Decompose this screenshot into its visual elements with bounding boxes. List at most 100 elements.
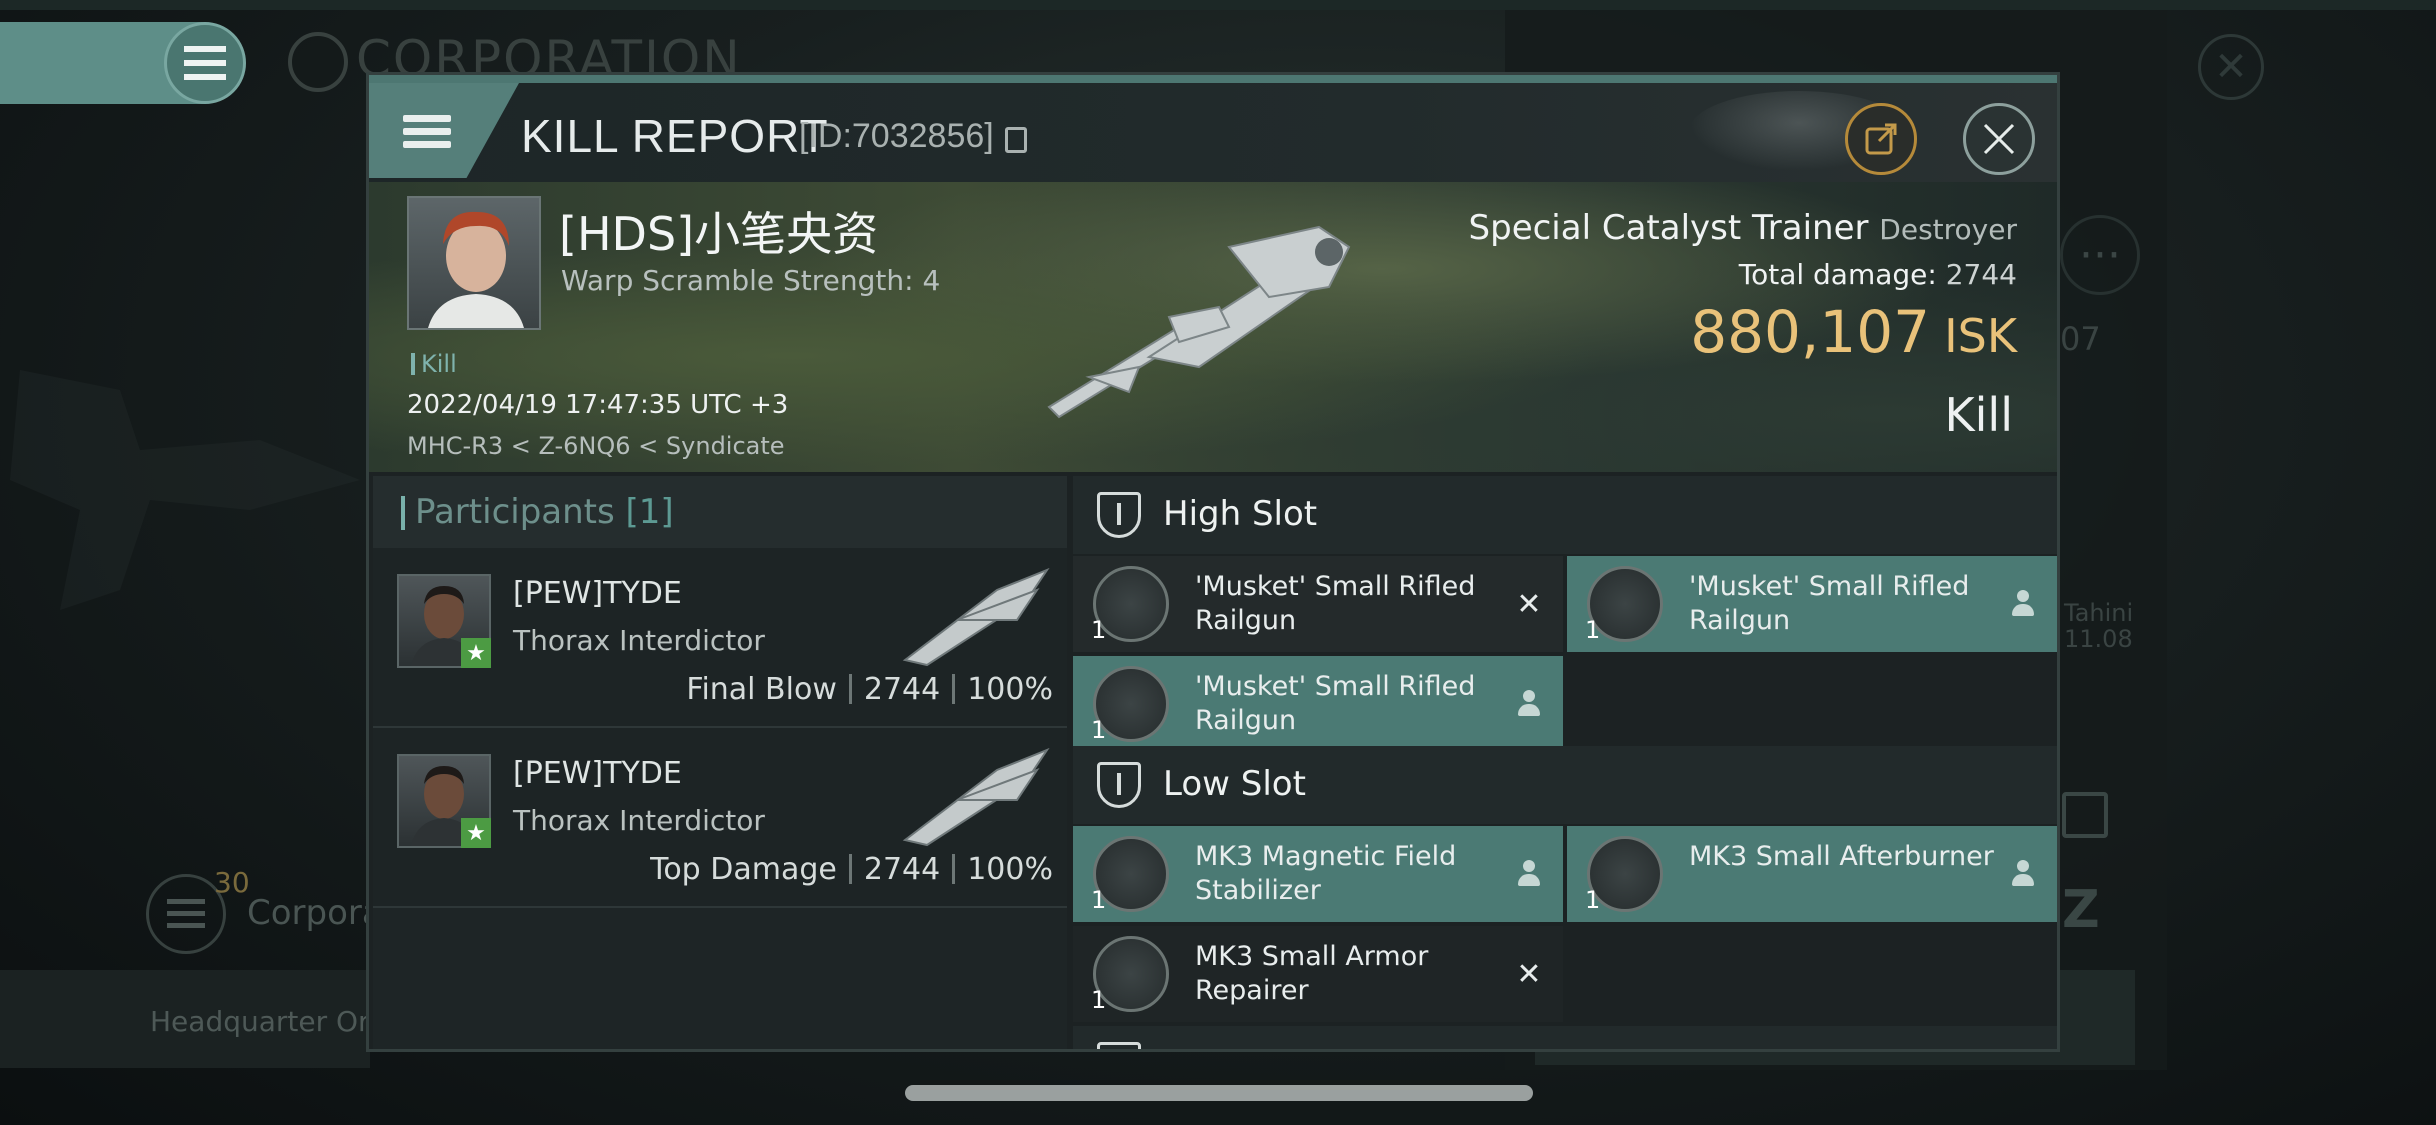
- kill-datetime: 2022/04/19 17:47:35 UTC +3: [407, 390, 789, 420]
- dropped-person-icon: [1513, 858, 1545, 890]
- participant-damage: 2744: [863, 672, 941, 707]
- participant-stats: Top Damage 2744 100%: [650, 852, 1053, 887]
- total-damage-label: Total damage:: [1738, 258, 1937, 291]
- module-item[interactable]: 1 MK3 Small Armor Repairer ✕: [1073, 926, 1563, 1022]
- background-right-label-2: 11.08: [2064, 625, 2133, 654]
- ship-class: Destroyer: [1879, 213, 2017, 246]
- participants-header-accent: [401, 496, 405, 530]
- kill-result: Kill: [1944, 388, 2013, 442]
- hamburger-icon: [403, 115, 451, 154]
- module-name: MK3 Magnetic Field Stabilizer: [1195, 841, 1457, 906]
- sleep-settings-icon[interactable]: Z: [2062, 880, 2100, 940]
- participant-damage: 2744: [863, 852, 941, 887]
- report-id: [ID:7032856]: [799, 117, 994, 155]
- module-quantity: 1: [1091, 616, 1107, 644]
- participant-name: [PEW]TYDE: [513, 756, 682, 791]
- ship-name-line: Special Catalyst Trainer Destroyer: [1469, 208, 2017, 248]
- destroyed-x-icon: ✕: [1516, 956, 1542, 992]
- hamburger-icon: [184, 46, 226, 80]
- share-icon: [1865, 123, 1897, 155]
- participant-ship-image: [902, 567, 1050, 667]
- module-item[interactable]: 1 MK3 Magnetic Field Stabilizer: [1073, 826, 1563, 922]
- ship-name: Special Catalyst Trainer: [1468, 208, 1869, 248]
- module-quantity: 1: [1091, 986, 1107, 1014]
- destroyed-x-icon: ✕: [1516, 586, 1542, 622]
- kill-tag: Kill: [411, 350, 457, 378]
- module-quantity: 1: [1585, 886, 1601, 914]
- participant-name: [PEW]TYDE: [513, 576, 682, 611]
- copy-icon[interactable]: [1005, 127, 1027, 153]
- victim-subtitle: Warp Scramble Strength: 4: [561, 264, 941, 297]
- more-options-icon[interactable]: ···: [2060, 215, 2140, 295]
- total-damage-value: 2744: [1945, 258, 2017, 291]
- background-right-label: Tahini 11.08: [2064, 600, 2133, 653]
- slot-shield-icon: [1097, 762, 1141, 808]
- slot-shield-icon: [1097, 1042, 1141, 1049]
- module-quantity: 1: [1585, 616, 1601, 644]
- background-ship-silhouette: [10, 370, 360, 610]
- participant-stats: Final Blow 2744 100%: [686, 672, 1053, 707]
- background-hq-label: Headquarter Orvc: [150, 1005, 402, 1038]
- kill-report-modal: KILL REPORT [ID:7032856] [HDS]小笔央资 Warp …: [366, 72, 2060, 1052]
- participants-title: Participants [1]: [415, 492, 674, 532]
- module-item[interactable]: 1 'Musket' Small Rifled Railgun: [1567, 556, 2057, 652]
- corporation-star-icon: [288, 32, 348, 92]
- background-corp-count: 30: [214, 866, 250, 899]
- share-button[interactable]: [1845, 103, 1917, 175]
- background-right-label-1: Tahini: [2064, 599, 2134, 627]
- slot-shield-icon: [1097, 492, 1141, 538]
- final-blow-star-icon: ★: [461, 638, 491, 668]
- module-quantity: 1: [1091, 886, 1107, 914]
- victim-portrait[interactable]: [407, 196, 541, 330]
- victim-ship-image[interactable]: [1029, 207, 1389, 437]
- participants-label: Participants: [415, 492, 615, 532]
- module-item[interactable]: 1 'Musket' Small Rifled Railgun: [1073, 656, 1563, 752]
- final-blow-star-icon: ★: [461, 818, 491, 848]
- module-quantity: 1: [1091, 716, 1107, 744]
- modal-top-accent: [369, 75, 2057, 83]
- background-corp-label: Corpora: [247, 893, 383, 933]
- participant-percent: 100%: [967, 852, 1053, 887]
- close-button[interactable]: [1963, 103, 2035, 175]
- high-slot-title: High Slot: [1163, 494, 1318, 534]
- dropped-person-icon: [2007, 588, 2039, 620]
- background-close-icon[interactable]: ✕: [2198, 34, 2264, 100]
- participant-role: Top Damage: [650, 852, 837, 887]
- total-damage-line: Total damage: 2744: [1739, 258, 2017, 291]
- module-item[interactable]: 1 'Musket' Small Rifled Railgun ✕: [1073, 556, 1563, 652]
- participant-row[interactable]: ★ [PEW]TYDE Thorax Interdictor Final Blo…: [373, 548, 1067, 728]
- low-slot-header: Low Slot: [1073, 746, 2057, 824]
- isk-unit: ISK: [1944, 309, 2017, 363]
- high-slot-header: High Slot: [1073, 476, 2057, 554]
- dropped-person-icon: [1513, 688, 1545, 720]
- close-icon: [1983, 123, 2015, 155]
- participant-ship: Thorax Interdictor: [513, 624, 765, 657]
- participant-row[interactable]: ★ [PEW]TYDE Thorax Interdictor Top Damag…: [373, 728, 1067, 908]
- module-name: MK3 Small Armor Repairer: [1195, 941, 1429, 1006]
- participants-count: [1]: [625, 492, 674, 532]
- participant-role: Final Blow: [686, 672, 837, 707]
- background-top-bar: [0, 0, 2436, 10]
- victim-name: [HDS]小笔央资: [559, 207, 879, 261]
- kill-location[interactable]: MHC-R3 < Z-6NQ6 < Syndicate: [407, 432, 785, 460]
- participant-percent: 100%: [967, 672, 1053, 707]
- fittings-panel: High Slot 1 'Musket' Small Rifled Railgu…: [1073, 476, 2057, 1049]
- edit-icon[interactable]: [2062, 792, 2108, 838]
- isk-value-line: 880,107 ISK: [1690, 298, 2017, 366]
- module-item[interactable]: 1 MK3 Small Afterburner: [1567, 826, 2057, 922]
- dropped-person-icon: [2007, 858, 2039, 890]
- participants-panel: Participants [1] ★ [PEW]TYDE Thorax Inte…: [373, 476, 1067, 1049]
- next-slot-header: [1073, 1026, 2057, 1049]
- module-name: 'Musket' Small Rifled Railgun: [1195, 671, 1476, 736]
- victim-avatar: [428, 211, 524, 328]
- page-title: KILL REPORT: [521, 110, 829, 162]
- kill-summary-banner: [HDS]小笔央资 Warp Scramble Strength: 4 Kill…: [369, 182, 2057, 472]
- module-name: MK3 Small Afterburner: [1689, 841, 1994, 872]
- background-right-number: 07: [2060, 320, 2101, 358]
- home-indicator[interactable]: [905, 1085, 1533, 1101]
- isk-value: 880,107: [1690, 298, 1931, 366]
- background-menu-circle[interactable]: [164, 22, 246, 104]
- participant-ship: Thorax Interdictor: [513, 804, 765, 837]
- modal-header: KILL REPORT [ID:7032856]: [369, 83, 2057, 182]
- participant-ship-image: [902, 747, 1050, 847]
